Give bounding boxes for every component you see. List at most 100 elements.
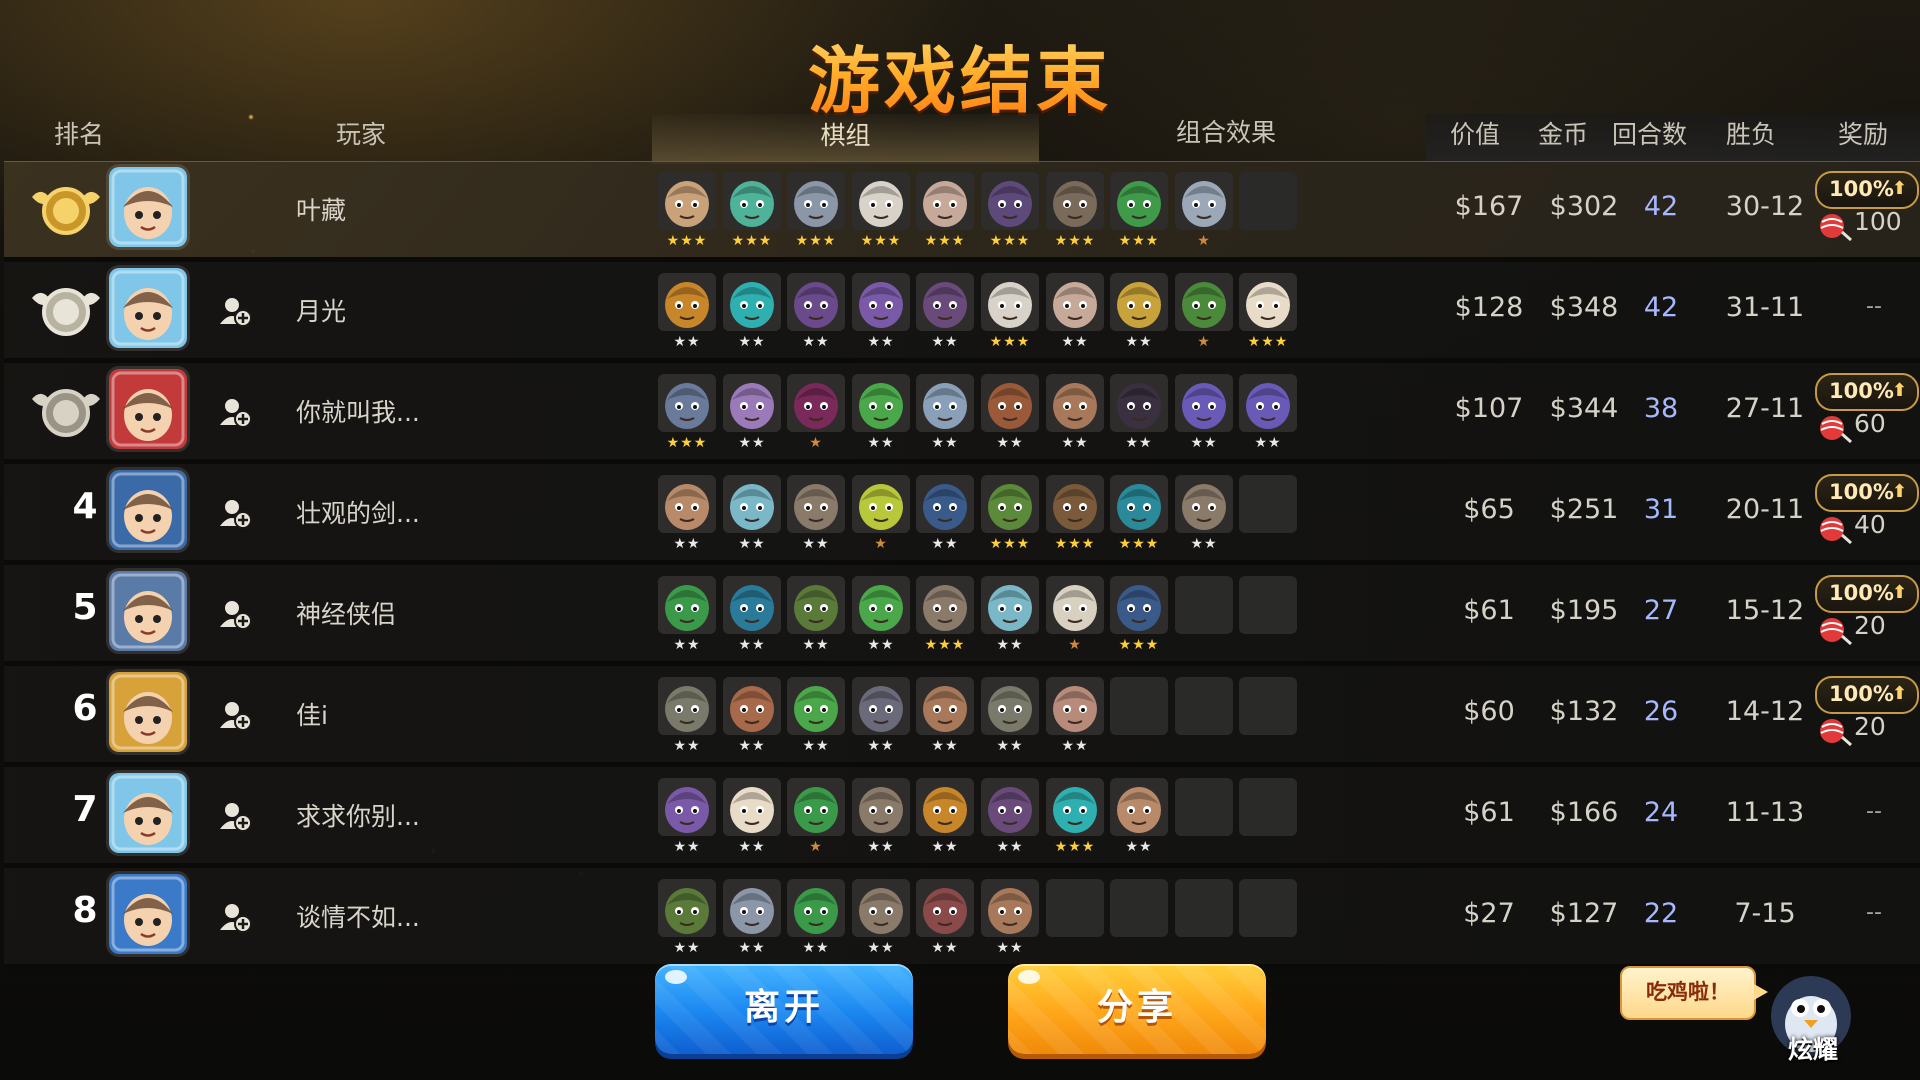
chess-piece[interactable] [787,576,845,634]
chess-piece[interactable] [787,273,845,331]
chess-piece[interactable] [1110,475,1168,533]
chess-piece[interactable] [1239,273,1297,331]
chess-piece[interactable] [1239,374,1297,432]
chess-piece[interactable] [1110,172,1168,230]
chess-piece[interactable] [916,778,974,836]
chess-piece[interactable] [723,374,781,432]
chess-piece[interactable] [981,172,1039,230]
chess-piece[interactable] [981,879,1039,937]
share-button[interactable]: 分享 [1008,964,1266,1054]
player-avatar[interactable] [109,773,187,853]
add-friend-icon[interactable] [218,395,252,429]
chess-piece[interactable] [916,172,974,230]
chess-piece[interactable] [658,576,716,634]
chess-piece[interactable] [916,879,974,937]
chess-piece[interactable] [852,778,910,836]
player-row[interactable]: 6 佳i ★★ ★★ ★★ ★★ ★★ ★★ ★★ $60 $132 26 14… [4,666,1920,767]
player-row[interactable]: 7 求求你别... ★★ ★★ ★ ★★ ★★ ★★ ★★★ ★★ $61 $1… [4,767,1920,868]
player-row[interactable]: 你就叫我... ★★★ ★★ ★ ★★ ★★ ★★ ★★ ★★ ★★ ★★ $1… [4,363,1920,464]
chess-piece[interactable] [852,475,910,533]
chess-piece[interactable] [1175,273,1233,331]
chess-piece[interactable] [723,677,781,735]
add-friend-icon[interactable] [218,698,252,732]
chess-piece[interactable] [787,475,845,533]
chess-piece[interactable] [658,879,716,937]
chess-piece[interactable] [981,778,1039,836]
chess-piece[interactable] [1110,273,1168,331]
player-avatar[interactable] [109,874,187,954]
chess-piece[interactable] [1110,778,1168,836]
chess-piece[interactable] [852,879,910,937]
chess-piece[interactable] [723,879,781,937]
player-row[interactable]: 月光 ★★ ★★ ★★ ★★ ★★ ★★★ ★★ ★★ ★ ★★★ $128 $… [4,262,1920,363]
gold-cell: $344 [1549,393,1619,424]
chess-piece[interactable] [658,273,716,331]
chess-piece[interactable] [787,172,845,230]
add-friend-icon[interactable] [218,496,252,530]
player-row[interactable]: 5 神经侠侣 ★★ ★★ ★★ ★★ ★★★ ★★ ★ ★★★ $61 $195… [4,565,1920,666]
player-row[interactable]: 叶藏 ★★★ ★★★ ★★★ ★★★ ★★★ ★★★ ★★★ ★★★ ★ $16… [4,161,1920,262]
player-avatar[interactable] [109,470,187,550]
chess-piece[interactable] [723,273,781,331]
header-rounds: 回合数 [1612,120,1688,149]
chess-piece[interactable] [658,374,716,432]
chess-piece[interactable] [981,475,1039,533]
chess-piece[interactable] [1046,374,1104,432]
chess-piece[interactable] [658,475,716,533]
chess-piece[interactable] [1110,374,1168,432]
chess-piece[interactable] [916,374,974,432]
chess-piece[interactable] [787,879,845,937]
chess-piece[interactable] [723,475,781,533]
chess-piece[interactable] [723,778,781,836]
chess-piece[interactable] [787,677,845,735]
chess-piece[interactable] [852,677,910,735]
add-friend-icon[interactable] [218,294,252,328]
chess-piece[interactable] [1046,778,1104,836]
tab-lineup[interactable]: 棋组 [652,114,1039,164]
chess-piece[interactable] [1046,172,1104,230]
chess-piece[interactable] [916,273,974,331]
add-friend-icon[interactable] [218,799,252,833]
chess-piece[interactable] [852,172,910,230]
chess-piece[interactable] [658,172,716,230]
chess-piece[interactable] [1046,576,1104,634]
winloss-cell: 14-12 [1725,696,1805,727]
empty-slot [1175,677,1233,735]
chess-piece[interactable] [1175,374,1233,432]
add-friend-icon[interactable] [218,900,252,934]
chess-piece[interactable] [916,576,974,634]
chess-piece[interactable] [852,374,910,432]
chess-piece[interactable] [1046,273,1104,331]
player-avatar[interactable] [109,268,187,348]
chess-piece[interactable] [1046,475,1104,533]
chess-piece[interactable] [1046,677,1104,735]
chess-piece[interactable] [852,576,910,634]
chess-piece[interactable] [916,475,974,533]
chess-piece[interactable] [981,374,1039,432]
chess-piece[interactable] [1175,475,1233,533]
tab-synergy[interactable]: 组合效果 [1176,113,1276,149]
chess-piece[interactable] [658,677,716,735]
reward-percent-badge: 100% ⬆ [1815,474,1919,512]
chess-piece[interactable] [1110,576,1168,634]
chess-piece[interactable] [1175,172,1233,230]
player-avatar[interactable] [109,571,187,651]
player-avatar[interactable] [109,369,187,449]
add-friend-icon[interactable] [218,597,252,631]
chess-piece[interactable] [981,273,1039,331]
player-row[interactable]: 4 壮观的剑... ★★ ★★ ★★ ★ ★★ ★★★ ★★★ ★★★ ★★ $… [4,464,1920,565]
player-avatar[interactable] [109,167,187,247]
chess-piece[interactable] [916,677,974,735]
leave-button[interactable]: 离开 [655,964,913,1054]
chess-piece[interactable] [787,778,845,836]
chess-piece[interactable] [981,576,1039,634]
chess-piece[interactable] [723,172,781,230]
show-off-label[interactable]: 炫耀 [1778,1030,1848,1066]
chess-piece[interactable] [658,778,716,836]
chess-piece[interactable] [787,374,845,432]
player-avatar[interactable] [109,672,187,752]
chess-piece[interactable] [723,576,781,634]
chess-piece[interactable] [852,273,910,331]
player-row[interactable]: 8 谈情不如... ★★ ★★ ★★ ★★ ★★ ★★ $27 $127 22 … [4,868,1920,969]
chess-piece[interactable] [981,677,1039,735]
